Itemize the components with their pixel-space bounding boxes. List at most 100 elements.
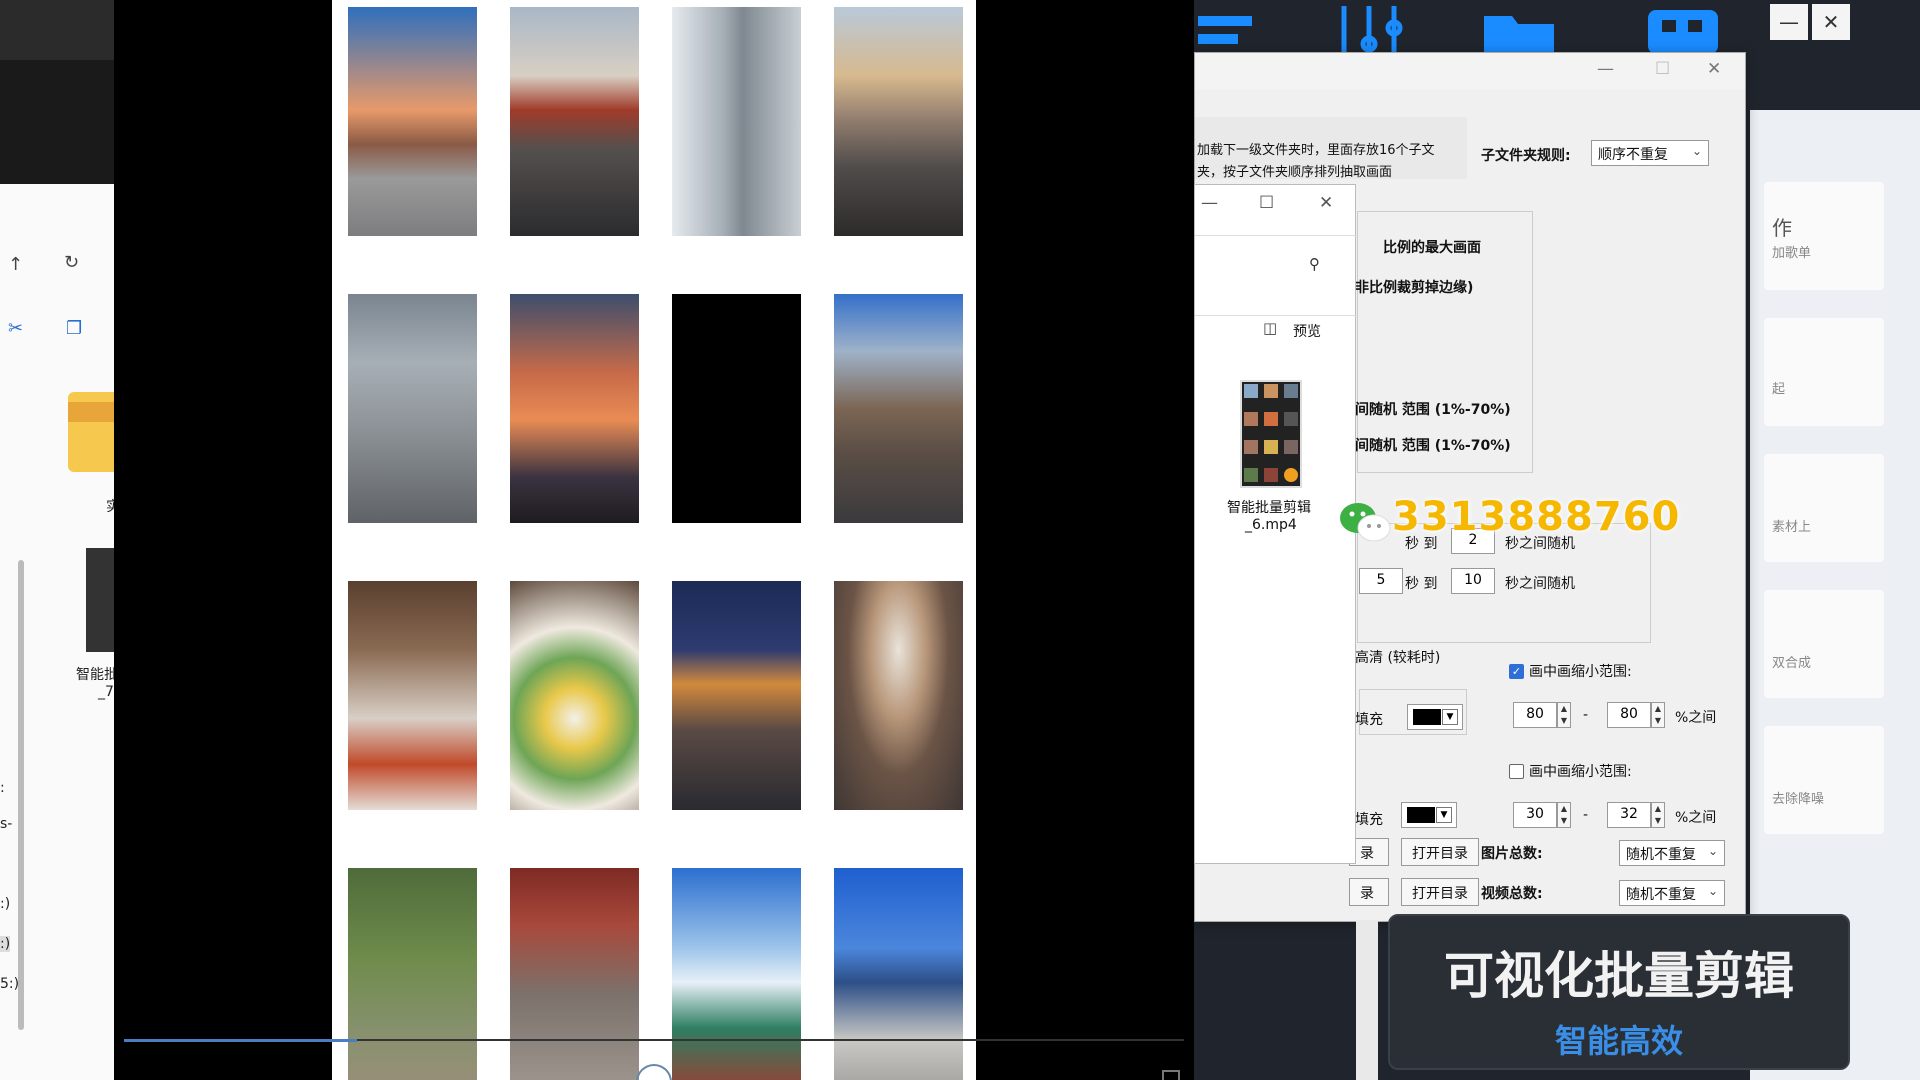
feature-label: 去除降噪 xyxy=(1772,792,1825,807)
expand-icon[interactable] xyxy=(1162,1070,1180,1080)
preview-pane-icon[interactable]: ◫ xyxy=(1263,319,1277,337)
feature-label: 起 xyxy=(1772,382,1786,397)
clip-trees-costume xyxy=(348,868,477,1080)
info-line-1: 加载下一级文件夹时，里面存放16个子文 xyxy=(1197,143,1435,158)
pip2-label: 画中画缩小范围: xyxy=(1529,764,1632,780)
clip-sunset-sky xyxy=(510,294,639,523)
search-icon[interactable]: ⚲ xyxy=(1309,255,1320,273)
pip1-max-spinner[interactable]: ▲ ▼ xyxy=(1651,702,1665,728)
pip1-checkbox[interactable]: ✓ xyxy=(1509,664,1524,679)
clip-archway xyxy=(834,581,963,810)
fill-color-picker-1[interactable]: ▼ xyxy=(1407,704,1463,730)
tile xyxy=(1284,384,1298,398)
dir-button-2[interactable]: 录 xyxy=(1349,878,1389,906)
maximize-icon[interactable]: ☐ xyxy=(1259,193,1274,213)
feature-card[interactable]: 起 xyxy=(1764,318,1884,426)
feature-card[interactable]: 素材上 xyxy=(1764,454,1884,562)
close-icon[interactable]: ✕ xyxy=(1319,193,1333,213)
feature-card[interactable]: 双合成 xyxy=(1764,590,1884,698)
copy-icon[interactable]: ❐ xyxy=(66,318,82,339)
list-icon[interactable] xyxy=(1198,6,1268,54)
clip-girl-bike xyxy=(834,7,963,236)
pip2-dash: - xyxy=(1583,807,1589,823)
sec-to-2: 秒 到 xyxy=(1405,576,1438,592)
clip-jet-bridge xyxy=(672,7,801,236)
video-file-name-2: _6.mp4 xyxy=(1245,517,1297,533)
folder-icon[interactable] xyxy=(68,392,118,472)
chevron-down-icon: ⌄ xyxy=(1707,884,1718,898)
pip2-min-spinner[interactable]: ▲ ▼ xyxy=(1557,802,1571,828)
divider xyxy=(1195,235,1357,236)
up-arrow-icon[interactable]: ↑ xyxy=(8,254,23,275)
explorer-tab[interactable] xyxy=(0,0,118,60)
minimize-icon[interactable]: — xyxy=(1201,193,1218,213)
nav-label[interactable]: : xyxy=(0,780,5,796)
nav-label[interactable]: 5:) xyxy=(0,976,19,992)
feature-label: 加歌单 xyxy=(1772,246,1812,261)
refresh-icon[interactable]: ↻ xyxy=(64,252,79,273)
scrollbar[interactable] xyxy=(1356,920,1378,1080)
pip1-max-field[interactable]: 80 xyxy=(1607,702,1651,728)
app-close-button[interactable]: ✕ xyxy=(1812,4,1850,40)
folder-share-icon[interactable] xyxy=(1484,6,1554,54)
video-total-label: 视频总数: xyxy=(1481,886,1543,902)
random-range-1: 间随机 范围 (1%-70%) xyxy=(1355,402,1511,418)
pip2-max-field[interactable]: 32 xyxy=(1607,802,1651,828)
clip-noodle-dish xyxy=(510,581,639,810)
minimize-icon[interactable]: — xyxy=(1597,59,1614,79)
close-icon[interactable]: ✕ xyxy=(1707,59,1721,79)
subfolder-rule-select[interactable]: 顺序不重复 ⌄ xyxy=(1591,140,1709,166)
random-range-2: 间随机 范围 (1%-70%) xyxy=(1355,438,1511,454)
feature-card[interactable]: 去除降噪 xyxy=(1764,726,1884,834)
maximize-icon[interactable]: ☐ xyxy=(1655,59,1670,79)
tile xyxy=(1284,412,1298,426)
nav-label[interactable]: :) xyxy=(0,896,10,912)
video-total-select[interactable]: 随机不重复 ⌄ xyxy=(1619,880,1725,906)
image-total-value: 随机不重复 xyxy=(1626,847,1696,863)
pip1-min-spinner[interactable]: ▲ ▼ xyxy=(1557,702,1571,728)
video-total-value: 随机不重复 xyxy=(1626,887,1696,903)
fill-color-picker-2[interactable]: ▼ xyxy=(1401,802,1457,828)
pip2-max-spinner[interactable]: ▲ ▼ xyxy=(1651,802,1665,828)
sliders-icon[interactable] xyxy=(1334,6,1404,54)
open-dir-button-2[interactable]: 打开目录 xyxy=(1401,878,1479,906)
preview-button[interactable]: 预览 xyxy=(1293,321,1321,341)
option-max-frame[interactable]: 比例的最大画面 xyxy=(1383,237,1481,257)
video-file-icon[interactable] xyxy=(1240,380,1302,488)
progress-bar[interactable] xyxy=(124,1039,1184,1042)
nav-label[interactable]: s- xyxy=(0,816,12,832)
tile xyxy=(1264,412,1278,426)
open-dir-button-1[interactable]: 打开目录 xyxy=(1401,838,1479,866)
sec-max-2-field[interactable]: 10 xyxy=(1451,568,1495,594)
clip-black xyxy=(672,294,801,523)
cut-icon[interactable]: ✂ xyxy=(8,318,23,339)
explorer-scrollbar[interactable] xyxy=(18,560,24,1030)
progress-fill xyxy=(124,1039,358,1042)
app-minimize-button[interactable]: — xyxy=(1770,4,1808,40)
feature-card[interactable]: 作加歌单 xyxy=(1764,182,1884,290)
pip2-checkbox[interactable] xyxy=(1509,764,1524,779)
promo-banner: 可视化批量剪辑 智能高效 xyxy=(1388,914,1850,1070)
pip2-min-field[interactable]: 30 xyxy=(1513,802,1557,828)
sec-suffix-2: 秒之间随机 xyxy=(1505,576,1575,592)
hd-label[interactable]: 高清 (较耗时) xyxy=(1355,647,1440,667)
pip1-min-field[interactable]: 80 xyxy=(1513,702,1557,728)
subfolder-rule-label: 子文件夹规则: xyxy=(1481,148,1571,164)
video-player[interactable] xyxy=(114,0,1194,1080)
video-frame xyxy=(332,0,976,1080)
tile xyxy=(1244,440,1258,454)
feature-label: 双合成 xyxy=(1772,656,1812,671)
chevron-down-icon: ▼ xyxy=(1442,709,1458,725)
feature-label: 作 xyxy=(1772,216,1792,240)
image-total-select[interactable]: 随机不重复 ⌄ xyxy=(1619,840,1725,866)
info-line-2: 夹，按子文件夹顺序排列抽取画面 xyxy=(1197,165,1393,180)
chevron-down-icon: ▼ xyxy=(1436,807,1452,823)
sec-min-2-field[interactable]: 5 xyxy=(1359,568,1403,594)
grid-icon[interactable] xyxy=(1648,6,1718,54)
fill-label-2: 填充 xyxy=(1355,812,1383,828)
pip1-unit: %之间 xyxy=(1675,710,1717,726)
color-swatch xyxy=(1413,709,1441,725)
nav-label[interactable]: :) xyxy=(0,936,11,952)
chevron-down-icon: ⌄ xyxy=(1691,144,1702,158)
option-crop[interactable]: 非比例裁剪掉边缘) xyxy=(1355,277,1473,297)
